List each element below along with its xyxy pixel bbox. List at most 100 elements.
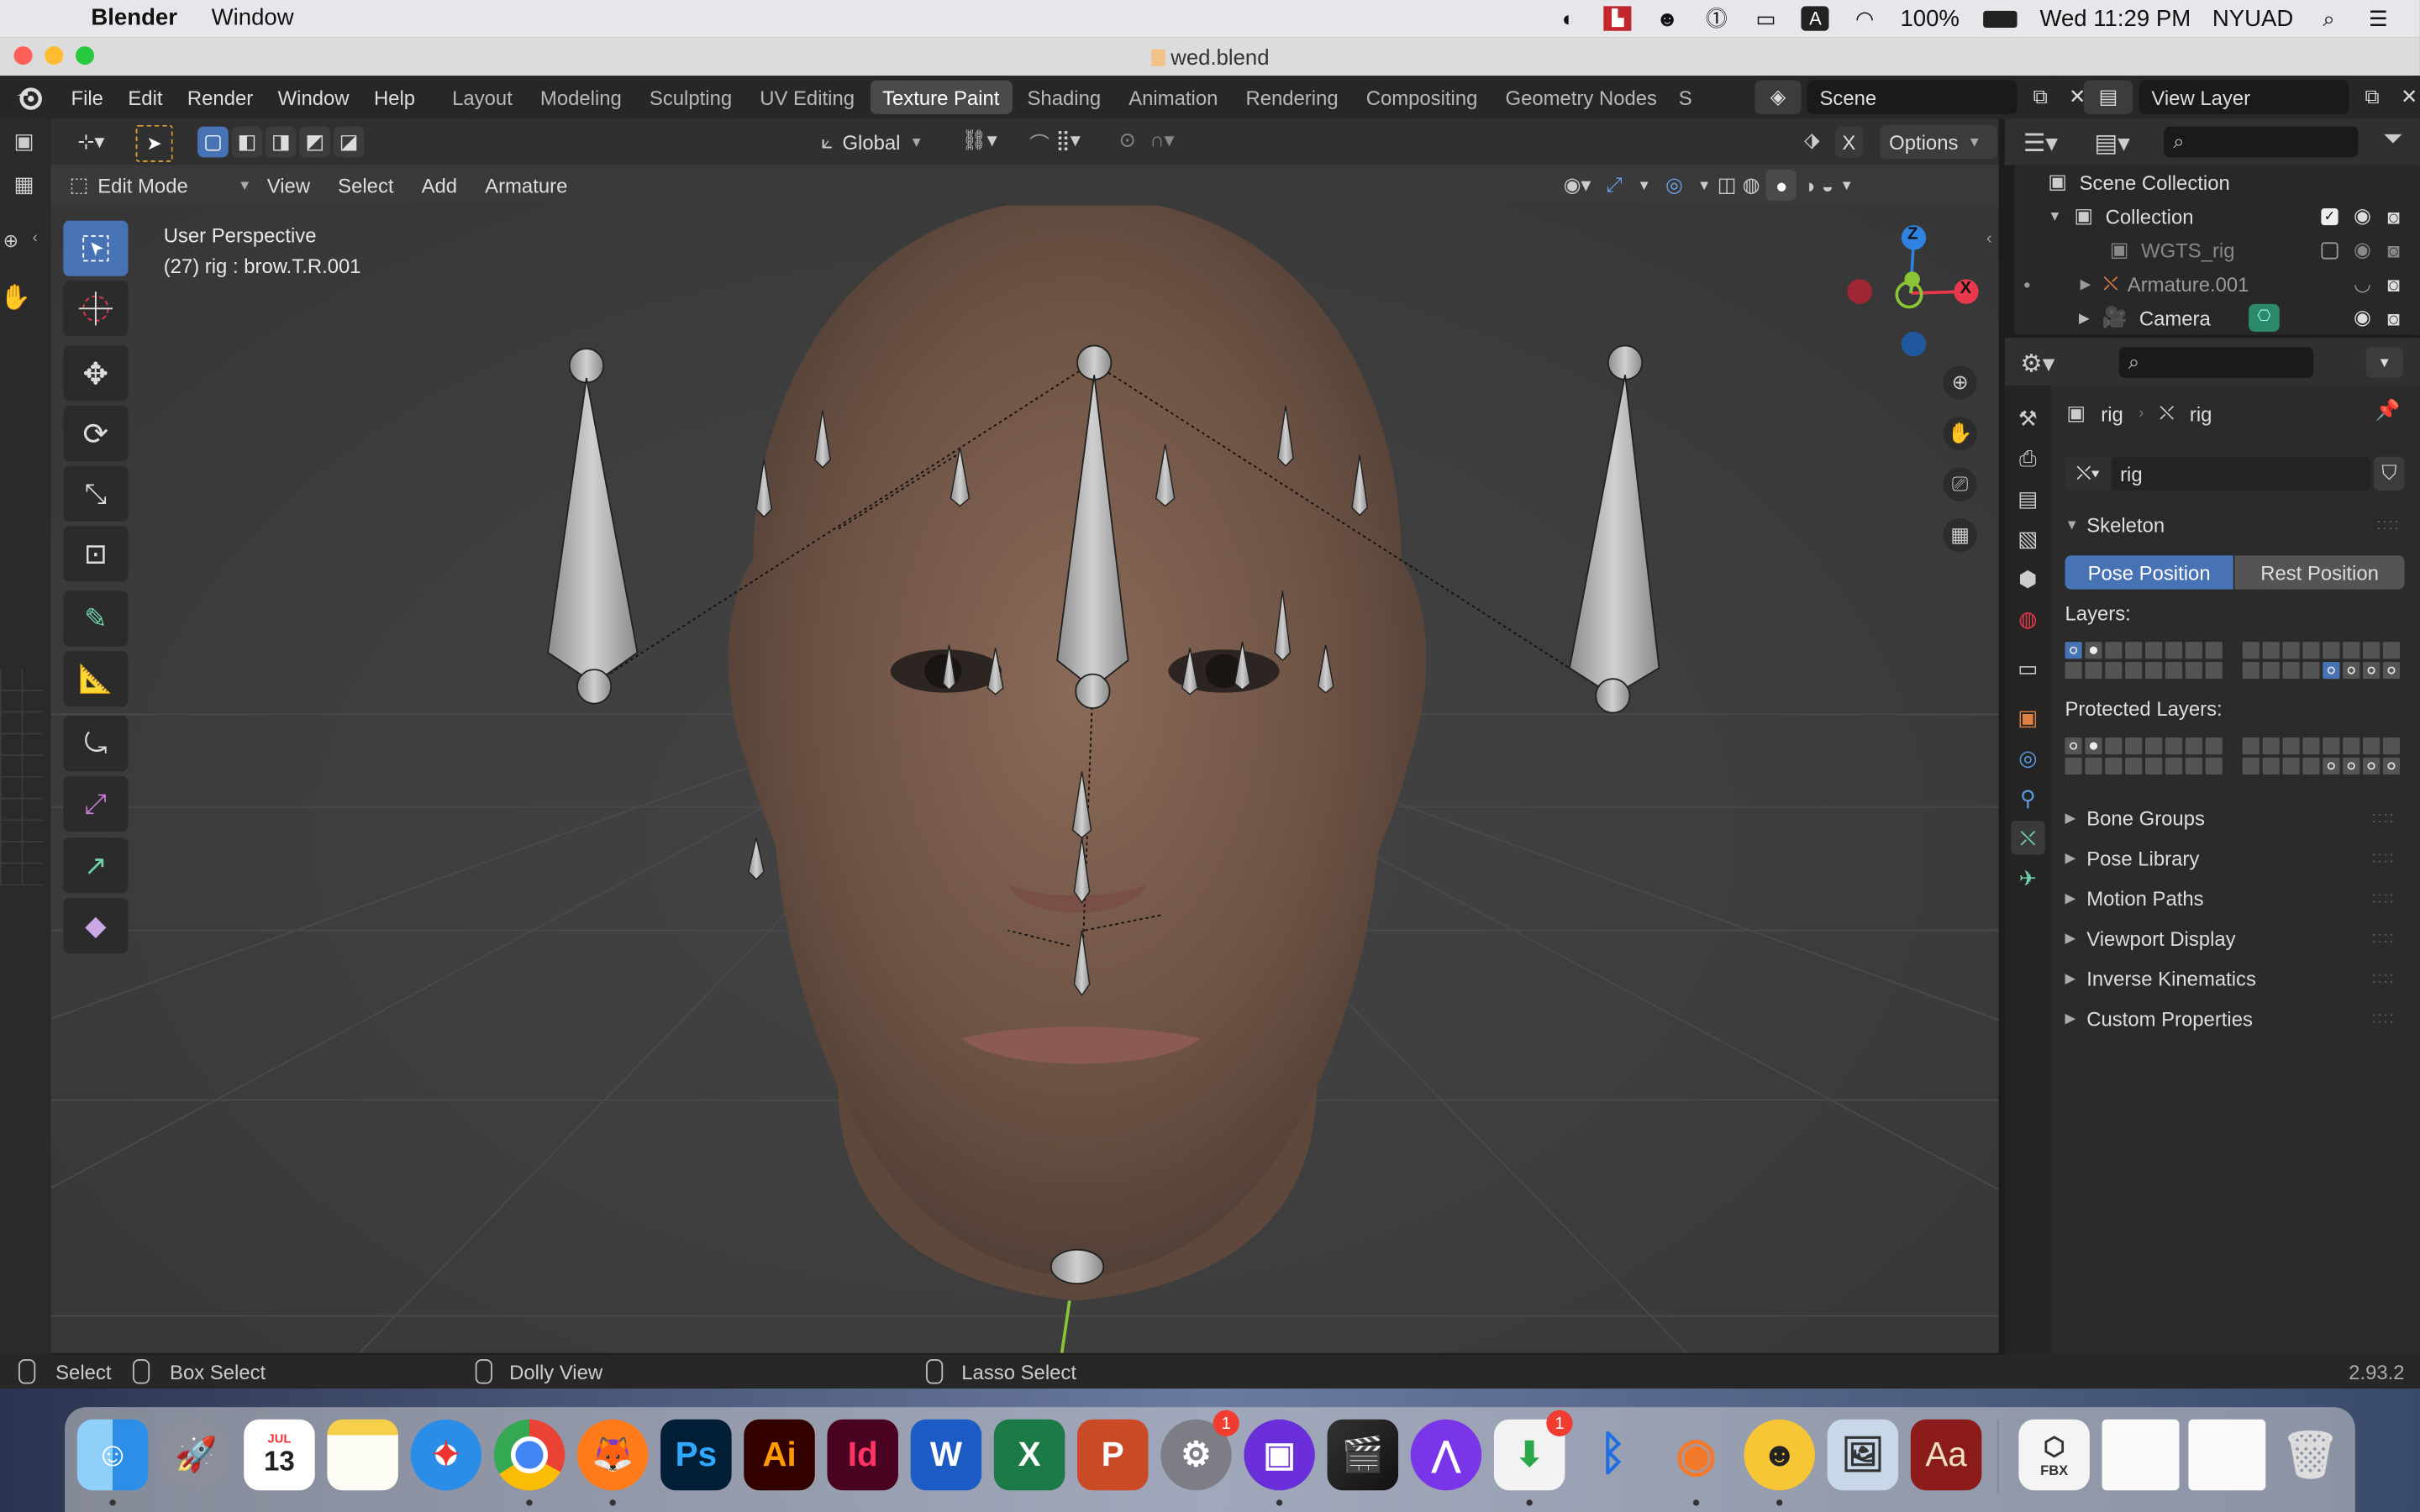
outliner-search[interactable]: ⌕ — [2164, 126, 2359, 158]
view-layer-browse-icon[interactable]: ▤ — [2083, 80, 2133, 114]
collection-tab-icon[interactable]: ▭ — [2011, 651, 2044, 685]
layers-grid-right[interactable] — [2242, 642, 2401, 680]
dictionary-icon[interactable]: Aa — [1910, 1419, 1982, 1491]
outliner-row-collection[interactable]: ▼ ▣ Collection ✓ ◉ ◙ — [2048, 199, 2420, 233]
eye-icon[interactable]: ◉ — [2354, 203, 2371, 228]
select-invert-icon[interactable]: ◩ — [299, 126, 331, 158]
fbx-file-icon[interactable]: ⬡ FBX — [2018, 1419, 2090, 1491]
final-cut-icon[interactable]: 🎬 — [1327, 1419, 1399, 1491]
cyberduck-icon[interactable]: ☻ — [1744, 1419, 1815, 1506]
bone-size-tool-icon[interactable]: ⤢ — [63, 775, 129, 832]
view-layer-remove-icon[interactable]: ✕ — [2395, 80, 2420, 114]
editor-type-icon[interactable]: ▣ — [14, 128, 34, 154]
scene-browse-icon[interactable]: ◈ — [1754, 80, 1802, 114]
constraints-tab-icon[interactable]: ⚲ — [2011, 780, 2044, 814]
spotlight-icon[interactable]: ⌕ — [2315, 5, 2343, 30]
sidebar-toggle-icon[interactable]: ‹ — [1986, 230, 1992, 249]
tab-layout[interactable]: Layout — [439, 81, 524, 114]
zoom-icon[interactable]: ⊕ — [1943, 365, 1977, 400]
expand-icon[interactable]: ▼ — [2048, 208, 2061, 223]
wireframe-shading-icon[interactable]: ◍ — [1743, 173, 1760, 197]
snap-target-icon[interactable]: ⣿▾ — [1055, 128, 1080, 152]
gizmo-icon[interactable]: ⤢ — [1597, 170, 1632, 201]
outliner-row-armature[interactable]: ● ▶ ⛌ Armature.001 ◡ ◙ — [2023, 267, 2420, 301]
eye-icon[interactable]: ◉ — [2354, 238, 2371, 262]
safari-icon[interactable]: ✦ — [410, 1419, 482, 1491]
panel-viewport-display[interactable]: ▶ Viewport Display:::: — [2065, 921, 2408, 955]
mirror-x-button[interactable]: X — [1834, 126, 1863, 158]
overlay-icon[interactable]: ◎ — [1657, 170, 1691, 201]
measure-tool-icon[interactable]: 📐 — [63, 651, 129, 707]
pin-icon[interactable]: 📌 — [2375, 398, 2401, 423]
armature-name-field[interactable]: rig — [2111, 456, 2371, 491]
tab-uv-editing[interactable]: UV Editing — [748, 81, 867, 114]
gizmo-dropdown-icon[interactable]: ▼ — [1638, 177, 1651, 192]
xray-icon[interactable]: ◫ — [1718, 173, 1737, 197]
extrude-tool-icon[interactable]: ↗ — [63, 837, 129, 894]
properties-options-icon[interactable]: ▼ — [2365, 347, 2403, 378]
expand-icon[interactable]: ▶ — [2081, 276, 2091, 292]
render-tab-icon[interactable]: ⎙ — [2011, 441, 2044, 475]
armature-browse-icon[interactable]: ⛌▾ — [2065, 456, 2112, 491]
word-icon[interactable]: W — [910, 1419, 982, 1491]
panel-motion-paths[interactable]: ▶ Motion Paths:::: — [2065, 881, 2408, 915]
select-intersect-icon[interactable]: ◪ — [333, 126, 365, 158]
camera-view-icon[interactable]: ⎚ — [1943, 467, 1977, 501]
creative-cloud-icon[interactable]: ◐ — [1555, 6, 1582, 30]
proportional-edit-icon[interactable]: ⊙ — [1119, 128, 1136, 152]
pose-position-button[interactable]: Pose Position — [2065, 555, 2233, 590]
panel-custom-properties[interactable]: ▶ Custom Properties:::: — [2065, 1001, 2408, 1035]
display-mode-icon[interactable]: ▤▾ — [2094, 128, 2130, 159]
app-installer-icon[interactable]: ⬇ 1 — [1493, 1410, 1573, 1506]
affinity-icon[interactable]: ⋀ — [1410, 1419, 1482, 1491]
snap-icon[interactable]: ⌒ — [1029, 128, 1050, 157]
properties-search[interactable]: ⌕ — [2118, 347, 2314, 378]
active-tool-icon[interactable]: ➤ — [135, 124, 173, 162]
excel-icon[interactable]: X — [993, 1419, 1065, 1491]
overlay-dropdown-icon[interactable]: ▼ — [1697, 177, 1711, 192]
eye-closed-icon[interactable]: ◡ — [2354, 271, 2371, 296]
tab-rendering[interactable]: Rendering — [1234, 81, 1351, 114]
view-layer-field[interactable]: View Layer — [2139, 80, 2349, 114]
object-tab-icon[interactable]: ▣ — [2011, 701, 2044, 734]
menu-edit[interactable]: Edit — [116, 81, 176, 114]
menu-view[interactable]: View — [255, 168, 323, 202]
fake-user-icon[interactable]: ⛉ — [2374, 456, 2405, 491]
outliner-row-wgts-rig[interactable]: ▣ WGTS_rig ◉ ◙ — [2110, 233, 2420, 266]
panel-pose-library[interactable]: ▶ Pose Library:::: — [2065, 841, 2408, 874]
tab-sculpting[interactable]: Sculpting — [637, 81, 744, 114]
camera-render-icon[interactable]: ◙ — [2387, 272, 2399, 296]
tab-texture-paint[interactable]: Texture Paint — [870, 80, 1013, 114]
view-layer-tab-icon[interactable]: ▧ — [2011, 522, 2044, 555]
firefox-icon[interactable]: 🦊 — [576, 1419, 649, 1506]
menu-armature[interactable]: Armature — [472, 168, 580, 202]
select-subtract-icon[interactable]: ◨ — [265, 126, 297, 158]
filter-icon[interactable]: ⏷ — [2383, 127, 2403, 155]
add-icon[interactable]: ⊕ — [3, 230, 18, 252]
physics-tab-icon[interactable]: ◎ — [2011, 741, 2044, 774]
select-box-tool-icon[interactable] — [63, 220, 129, 276]
pan-icon[interactable]: ✋ — [1943, 416, 1977, 451]
panel-bone-groups[interactable]: ▶ Bone Groups:::: — [2065, 801, 2408, 834]
zoom-app-icon[interactable]: ▣ — [1244, 1419, 1315, 1506]
annotate-tool-icon[interactable]: ✎ — [63, 591, 129, 647]
tab-geometry-nodes[interactable]: Geometry Nodes — [1493, 81, 1670, 114]
protected-layers-grid-left[interactable] — [2065, 737, 2223, 775]
3d-viewport[interactable]: User Perspective (27) rig : brow.T.R.001… — [50, 205, 1999, 1353]
powerpoint-icon[interactable]: P — [1077, 1419, 1149, 1491]
transform-tool-icon[interactable]: ⊡ — [63, 526, 129, 582]
layers-grid-left[interactable] — [2065, 642, 2223, 680]
shading-dropdown-icon[interactable]: ▼ — [1839, 177, 1853, 192]
tool-settings-icon[interactable]: ⊹▾ — [66, 124, 116, 160]
outliner-row-camera[interactable]: ▶ 🎥 Camera ⎔ ◉ ◙ — [2079, 301, 2420, 334]
scene-copy-icon[interactable]: ⧉ — [2023, 80, 2058, 114]
menu-select[interactable]: Select — [325, 168, 406, 202]
outliner-editor-icon[interactable]: ☰▾ — [2023, 128, 2058, 159]
photoshop-icon[interactable]: Ps — [660, 1419, 732, 1491]
eye-icon[interactable]: ◉ — [2354, 306, 2371, 330]
menu-render[interactable]: Render — [175, 81, 266, 114]
output-tab-icon[interactable]: ▤ — [2011, 481, 2044, 515]
menu-file[interactable]: File — [59, 81, 116, 114]
accessibility-icon[interactable]: ⓵ — [1702, 6, 1730, 30]
bear-icon[interactable]: ☻ — [1654, 6, 1681, 30]
